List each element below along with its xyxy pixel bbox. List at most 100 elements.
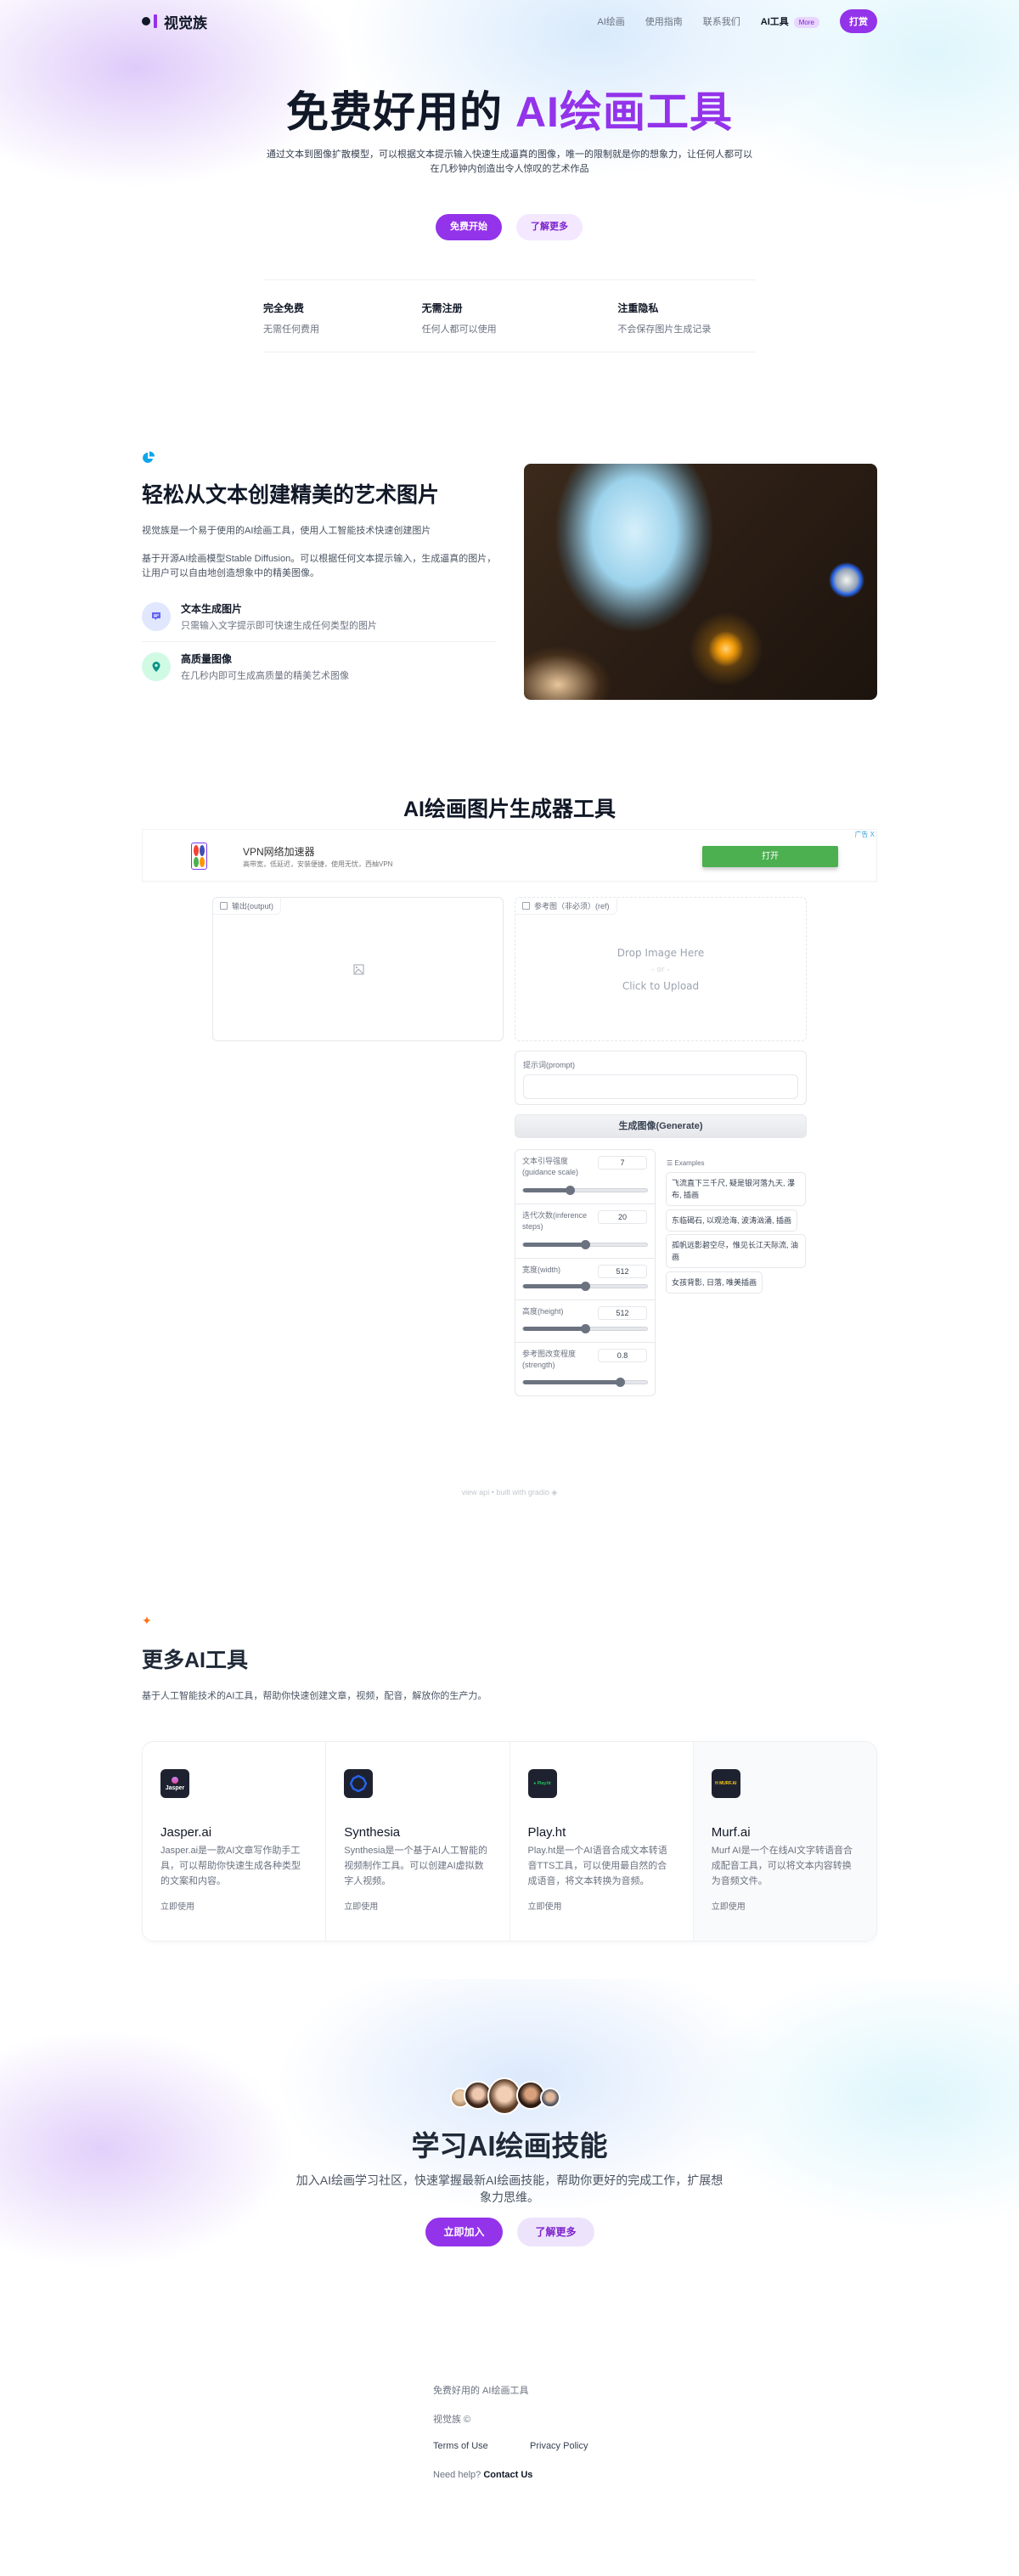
pie-chart-icon	[143, 451, 155, 463]
hero-title-accent: AI绘画工具	[515, 88, 733, 136]
contact-us-link[interactable]: Contact Us	[483, 2470, 532, 2480]
parameter-sliders: 文本引导强度(guidance scale) 7 迭代次数(inference …	[515, 1149, 656, 1396]
slider-handle[interactable]	[581, 1324, 590, 1333]
donate-button[interactable]: 打赏	[840, 9, 877, 33]
generator-title: AI绘画图片生成器工具	[403, 798, 616, 821]
image-icon	[220, 902, 228, 910]
ad-title: VPN网络加速器	[243, 846, 315, 858]
feature-item-title: 文本生成图片	[181, 603, 243, 615]
hero-subtitle: 通过文本到图像扩散模型，可以根据文本提示输入快速生成逼真的图像，唯一的限制就是你…	[267, 149, 752, 174]
cta-title: 学习AI绘画技能	[411, 2130, 608, 2162]
feature-title: 注重隐私	[617, 302, 659, 314]
logo[interactable]: 视觉族	[142, 11, 207, 32]
feature-desc: 无需任何费用	[263, 324, 319, 335]
slider-value-input[interactable]: 512	[598, 1265, 647, 1278]
playht-logo-icon: ● Play.ht	[527, 1769, 557, 1798]
gradio-logo-icon: ◈	[551, 1488, 558, 1497]
tool-card-playht[interactable]: ● Play.ht Play.ht Play.ht是一个AI语音合成文本转语音T…	[510, 1742, 694, 1941]
feature-free: 完全免费 无需任何费用	[263, 301, 402, 352]
synthesia-logo-icon	[344, 1769, 374, 1798]
tool-use-link[interactable]: 立即使用	[712, 1899, 746, 1912]
playht-logo-text: ● Play.ht	[533, 1781, 551, 1786]
slider-handle[interactable]	[615, 1378, 625, 1387]
ad-banner[interactable]: VPN网络加速器 高带宽，低延迟，安装便捷，使用无忧，西柚VPN 打开 广告 X	[142, 829, 877, 882]
examples-header: ☰ Examples	[667, 1159, 705, 1167]
footer-tagline: 免费好用的 AI绘画工具	[433, 2386, 529, 2396]
top-nav: 视觉族 AI绘画 使用指南 联系我们 AI工具 More 打赏	[142, 8, 877, 34]
slider-handle[interactable]	[581, 1282, 590, 1291]
tool-use-link[interactable]: 立即使用	[528, 1899, 562, 1912]
tools-grid: Jasper Jasper.ai Jasper.ai是一款AI文章写作助手工具，…	[142, 1741, 877, 1942]
feature-row: 完全免费 无需任何费用 无需注册 任何人都可以使用 注重隐私 不会保存图片生成记录	[263, 279, 756, 352]
feature-privacy: 注重隐私不会保存图片生成记录	[560, 301, 756, 352]
feature-title: 无需注册	[421, 302, 463, 314]
slider-track[interactable]	[522, 1186, 648, 1195]
tool-card-murf[interactable]: H MURF.AI Murf.ai Murf AI是一个在线AI文字转语音合成配…	[693, 1742, 876, 1941]
prompt-panel: 提示词(prompt)	[515, 1051, 807, 1105]
nav-link-ai-tools-label: AI工具	[760, 17, 789, 27]
example-prompt[interactable]: 东临碣石, 以观沧海, 波涛汹涌, 插画	[666, 1209, 798, 1232]
slider-track[interactable]	[522, 1240, 648, 1249]
generate-button[interactable]: 生成图像(Generate)	[515, 1114, 807, 1138]
slider-label: 高度(height)	[522, 1307, 564, 1316]
reference-label-text: 参考图（非必须）(ref)	[534, 902, 610, 910]
learn-more-button[interactable]: 了解更多	[516, 214, 583, 240]
cta-learn-more-button[interactable]: 了解更多	[517, 2218, 594, 2246]
tool-use-link[interactable]: 立即使用	[344, 1899, 378, 1912]
slider-value-input[interactable]: 7	[598, 1156, 647, 1170]
nav-link-ai-tools[interactable]: AI工具 More	[761, 14, 819, 28]
ad-close-label[interactable]: 广告 X	[854, 830, 875, 839]
click-to-upload-text: Click to Upload	[622, 980, 700, 992]
start-free-button[interactable]: 免费开始	[436, 214, 502, 240]
vpn-app-icon	[191, 843, 207, 870]
example-prompt[interactable]: 孤帆远影碧空尽，惟见长江天际流, 油画	[666, 1234, 806, 1268]
example-prompt[interactable]: 女孩背影, 日落, 唯美插画	[666, 1271, 763, 1294]
tool-name: Play.ht	[527, 1825, 566, 1840]
slider-value-input[interactable]: 0.8	[598, 1349, 647, 1362]
slider-handle[interactable]	[566, 1186, 576, 1195]
nav-link-contact[interactable]: 联系我们	[703, 14, 740, 28]
slider-track[interactable]	[522, 1282, 648, 1291]
ad-open-button[interactable]: 打开	[702, 846, 838, 867]
nav-link-guide[interactable]: 使用指南	[645, 14, 683, 28]
slider-track[interactable]	[522, 1378, 648, 1387]
output-label: 输出(output)	[213, 898, 282, 915]
output-label-text: 输出(output)	[232, 902, 274, 910]
showcase-artwork-image	[524, 464, 877, 700]
slider-strength: 参考图改变程度(strength) 0.8	[515, 1343, 655, 1396]
slider-label: 宽度(width)	[522, 1265, 561, 1274]
slider-inference-steps: 迭代次数(inference steps) 20	[515, 1204, 655, 1259]
feature-high-quality: 高质量图像 在几秒内即可生成高质量的精美艺术图像	[142, 651, 498, 682]
footer-help: Need help? Contact Us	[433, 2470, 532, 2480]
nav-link-ai-painting[interactable]: AI绘画	[597, 14, 624, 28]
jasper-logo-text: Jasper	[165, 1784, 185, 1791]
tool-desc: Murf AI是一个在线AI文字转语音合成配音工具，可以将文本内容转换为音频文件…	[711, 1846, 853, 1886]
feature-text-to-image: 文本生成图片 只需输入文字提示即可快速生成任何类型的图片	[142, 601, 498, 632]
reference-image-upload[interactable]: 参考图（非必须）(ref) Drop Image Here - or - Cli…	[515, 897, 807, 1041]
tool-name: Murf.ai	[711, 1825, 751, 1840]
example-prompt[interactable]: 飞流直下三千尺, 疑是银河落九天, 瀑布, 插画	[666, 1172, 806, 1206]
privacy-link[interactable]: Privacy Policy	[530, 2441, 588, 2451]
hero-title: 免费好用的 AI绘画工具	[0, 78, 1019, 139]
slider-value-input[interactable]: 512	[598, 1306, 647, 1320]
gradio-footer-text[interactable]: view api • built with gradio	[462, 1488, 549, 1497]
image-icon	[522, 902, 530, 910]
join-now-button[interactable]: 立即加入	[425, 2218, 503, 2246]
slider-value-input[interactable]: 20	[598, 1210, 647, 1224]
tool-card-jasper[interactable]: Jasper Jasper.ai Jasper.ai是一款AI文章写作助手工具，…	[143, 1742, 327, 1941]
prompt-input[interactable]	[523, 1074, 798, 1099]
terms-link[interactable]: Terms of Use	[433, 2441, 488, 2451]
slider-height: 高度(height) 512	[515, 1300, 655, 1343]
slider-label: 参考图改变程度(strength)	[522, 1350, 577, 1369]
upload-or-text: - or -	[651, 966, 670, 974]
brand-name: 视觉族	[164, 14, 207, 31]
chat-icon	[142, 602, 171, 631]
slider-handle[interactable]	[581, 1240, 590, 1249]
tool-card-synthesia[interactable]: Synthesia Synthesia是一个基于AI人工智能的视频制作工具。可以…	[326, 1742, 510, 1941]
feature-item-title: 高质量图像	[181, 653, 233, 665]
slider-guidance-scale: 文本引导强度(guidance scale) 7	[515, 1150, 655, 1204]
feature-desc: 不会保存图片生成记录	[617, 324, 712, 335]
prompt-label: 提示词(prompt)	[523, 1061, 576, 1069]
slider-track[interactable]	[522, 1324, 648, 1333]
tool-use-link[interactable]: 立即使用	[160, 1899, 194, 1912]
